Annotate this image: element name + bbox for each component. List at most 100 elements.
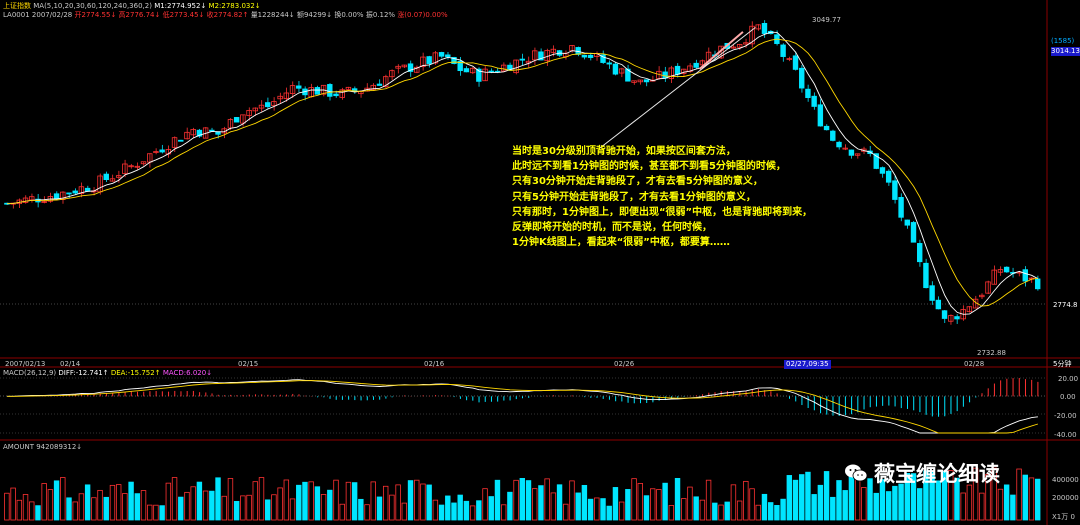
candle-body xyxy=(910,222,917,243)
amount-bar xyxy=(792,479,799,521)
amount-bar xyxy=(314,486,321,521)
amount-bar xyxy=(227,478,234,521)
amount-bar xyxy=(457,494,463,521)
amount-bar xyxy=(196,481,203,521)
amount-bar xyxy=(712,502,718,521)
amount-bar xyxy=(91,497,97,521)
amount-bar xyxy=(488,496,494,521)
amount-bar xyxy=(836,480,842,521)
amount-bar xyxy=(438,504,445,521)
time-tick-5: 02/28 xyxy=(964,360,985,368)
amount-bar xyxy=(221,495,227,521)
candle-body xyxy=(66,192,72,195)
amount-bar xyxy=(320,494,327,521)
amount-bar xyxy=(960,492,966,521)
amount-bar xyxy=(569,480,575,521)
wechat-icon xyxy=(845,464,868,482)
candle-body xyxy=(799,67,805,89)
candle-body xyxy=(923,262,929,289)
candle-body xyxy=(488,70,494,73)
chart-canvas xyxy=(0,0,1080,525)
amount-bar xyxy=(35,505,41,521)
amount-bar xyxy=(122,493,128,521)
amount-bar xyxy=(47,489,54,521)
amount-bar xyxy=(600,498,606,521)
candle-body xyxy=(463,68,470,73)
macd-header: MACD(26,12,9) DIFF:-12.741↑ DEA:-15.752↑… xyxy=(3,369,212,378)
candle-body xyxy=(376,83,383,86)
amount-bar xyxy=(966,484,973,521)
amount-bar xyxy=(817,484,824,521)
candle-body xyxy=(606,62,612,65)
macd-value: MACD:6.020↓ xyxy=(162,369,213,377)
annotation-line: 只有5分钟开始走背驰段了，才有去看1分钟图的意义， xyxy=(512,191,756,203)
amount-bar xyxy=(463,500,470,521)
candle-body xyxy=(1022,269,1028,282)
amount-bar xyxy=(351,482,358,521)
time-tick-1: 02/14 xyxy=(60,360,81,368)
amount-bar xyxy=(494,479,501,521)
time-tick-3: 02/16 xyxy=(424,360,445,368)
amount-bar xyxy=(637,483,643,521)
amount-bar xyxy=(258,477,265,521)
amount-bar xyxy=(407,480,414,521)
annotation-text: 当时是30分级别顶背驰开始，如果按区间套方法， 此时远不到看1分钟图的时候，甚至… xyxy=(512,144,872,250)
m2-value: M2:2783.032↓ xyxy=(208,2,261,10)
amount-bar xyxy=(823,471,830,521)
amount-bar xyxy=(432,499,439,521)
candle-body xyxy=(296,85,302,89)
amount-bar xyxy=(345,481,352,521)
amount-bar xyxy=(631,478,637,521)
amount-bar xyxy=(72,501,78,521)
candle-body xyxy=(941,310,948,319)
candle-body xyxy=(929,285,935,301)
index-name: 上证指数 xyxy=(3,2,31,10)
amount-bar xyxy=(786,475,793,521)
candle-body xyxy=(587,54,594,58)
amount-bar xyxy=(885,491,892,521)
amount-bar xyxy=(414,479,420,521)
time-tick-2: 02/15 xyxy=(238,360,259,368)
amount-bar xyxy=(165,482,172,521)
volume-value: 量1228244↓ xyxy=(250,11,295,19)
amount-label: AMOUNT 942089312↓ xyxy=(3,443,83,451)
candle-body xyxy=(817,104,824,127)
amount-bar xyxy=(240,495,246,521)
candle-body xyxy=(519,58,526,61)
amount-bar xyxy=(389,494,395,521)
amount-bar xyxy=(246,494,252,521)
amount-bar xyxy=(544,478,550,521)
amount-bar xyxy=(538,485,544,521)
macd-axis-neg20: -20.00 xyxy=(1054,412,1077,420)
amount-bar xyxy=(370,481,376,521)
amount-bar xyxy=(469,505,476,521)
amount-bar xyxy=(1010,494,1016,521)
turnover-value: 换0.00% xyxy=(334,11,364,19)
amount-bar xyxy=(873,492,879,521)
time-tick-4: 02/26 xyxy=(614,360,635,368)
amount-bar xyxy=(97,489,103,521)
annotation-line: 只有那时，1分钟图上，即便出现“很弱”中枢，也是背驰即将到来， xyxy=(512,206,813,218)
amount-bar xyxy=(618,501,625,521)
candle-body xyxy=(898,196,904,218)
amount-bar xyxy=(693,496,699,521)
amount-bar xyxy=(767,502,774,521)
candle-body xyxy=(438,52,445,57)
amount-bar xyxy=(699,499,706,521)
watermark: 薇宝缠论细读 xyxy=(844,458,1000,488)
amount-bar xyxy=(420,483,426,521)
amount-bar xyxy=(140,490,147,521)
amount-axis-200k: 200000 xyxy=(1052,494,1079,502)
amount-bar xyxy=(774,505,780,521)
trough-label: 2732.88 xyxy=(977,349,1006,357)
candle-body xyxy=(314,87,321,95)
amount-bar xyxy=(209,490,215,521)
candle-body xyxy=(885,170,892,183)
amount-bar xyxy=(364,504,370,521)
panel-frames xyxy=(0,0,1080,525)
amount-bar xyxy=(78,493,85,521)
open-value: 开2774.55↓ xyxy=(74,11,117,19)
candle-body xyxy=(1003,266,1010,273)
amount-bar xyxy=(16,499,23,521)
amount-bar xyxy=(587,498,594,521)
